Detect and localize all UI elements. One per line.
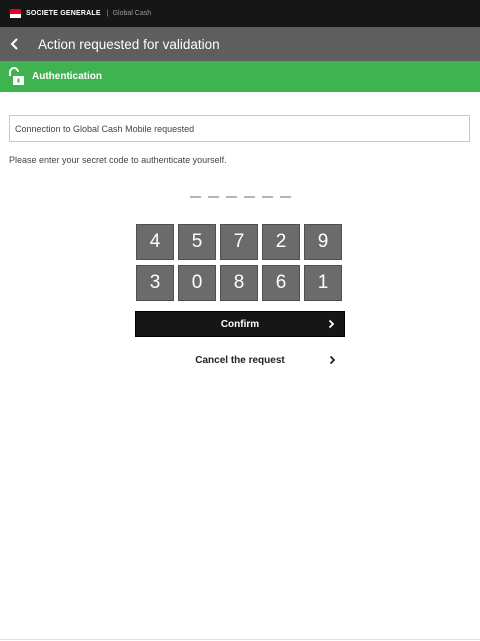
cancel-label: Cancel the request [195,354,285,366]
code-entry-indicator [190,196,291,198]
app-header: SOCIETE GENERALE | Global Cash [0,0,480,27]
chevron-right-icon [329,355,336,365]
keypad-key[interactable]: 5 [178,224,216,260]
confirm-label: Confirm [220,318,260,330]
keypad-key[interactable]: 6 [262,265,300,301]
authentication-bar: Authentication [0,61,480,92]
secure-keypad: 4 5 7 2 9 3 0 8 6 1 [136,224,344,301]
unlock-icon [9,66,24,85]
confirm-button[interactable]: Confirm [135,311,345,337]
code-digit-placeholder [208,196,219,198]
title-bar: Action requested for validation [0,27,480,61]
code-digit-placeholder [226,196,237,198]
instructions-text: Please enter your secret code to authent… [9,155,227,165]
keypad-key[interactable]: 7 [220,224,258,260]
code-digit-placeholder [280,196,291,198]
code-digit-placeholder [190,196,201,198]
keypad-key[interactable]: 1 [304,265,342,301]
societe-generale-logo [10,9,21,18]
keypad-key[interactable]: 4 [136,224,174,260]
request-message-box: Connection to Global Cash Mobile request… [9,115,470,142]
keypad-key[interactable]: 0 [178,265,216,301]
header-separator: | [106,10,109,17]
keypad-key[interactable]: 8 [220,265,258,301]
brand-name: SOCIETE GENERALE [26,10,101,17]
keypad-key[interactable]: 9 [304,224,342,260]
product-name: Global Cash [112,10,152,17]
page-title: Action requested for validation [38,36,220,52]
request-message: Connection to Global Cash Mobile request… [15,123,195,134]
bottom-divider [0,639,480,640]
cancel-request-button[interactable]: Cancel the request [135,349,345,371]
chevron-right-icon [328,319,335,329]
back-button[interactable] [0,27,30,61]
code-digit-placeholder [244,196,255,198]
keypad-key[interactable]: 3 [136,265,174,301]
authentication-label: Authentication [32,71,102,82]
code-digit-placeholder [262,196,273,198]
chevron-left-icon [10,38,18,50]
keypad-key[interactable]: 2 [262,224,300,260]
